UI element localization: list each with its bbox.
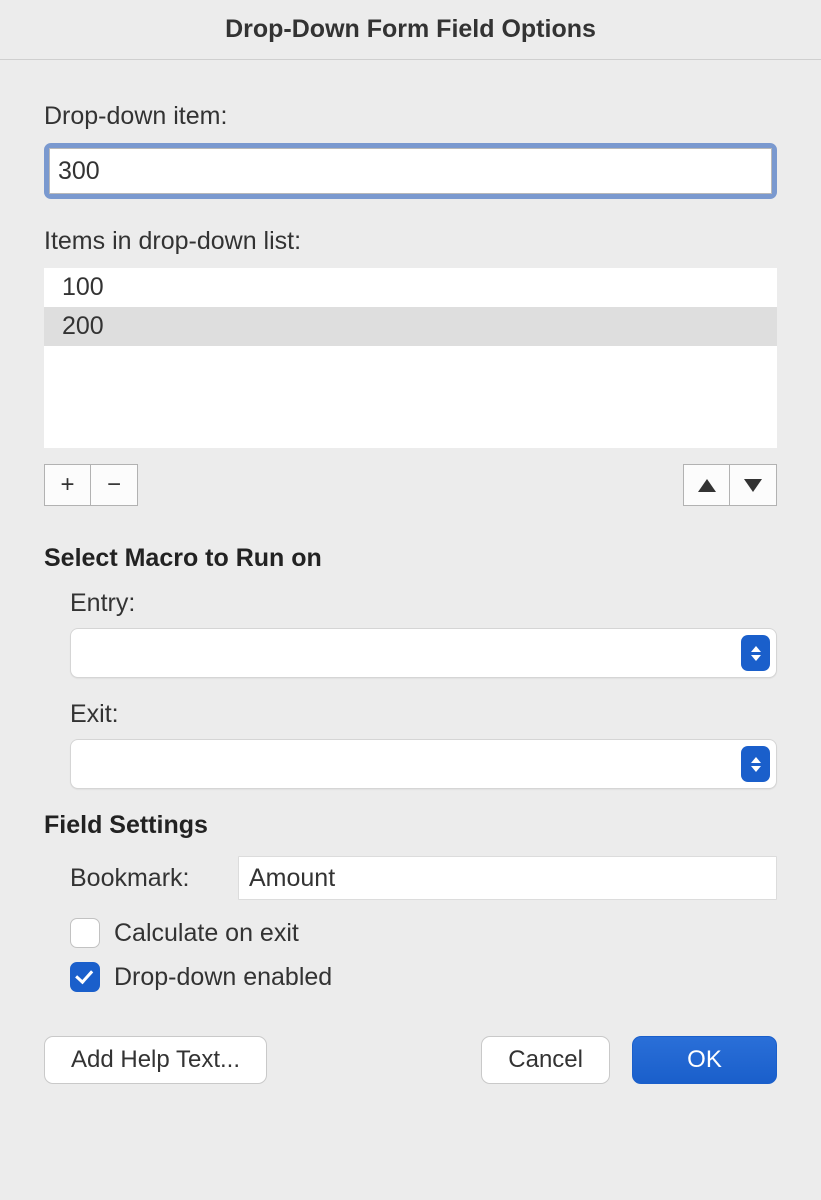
combo-arrows-icon [741,746,770,782]
macro-heading: Select Macro to Run on [44,544,777,573]
calculate-row: Calculate on exit [70,918,777,948]
field-settings-heading: Field Settings [44,811,777,840]
enabled-row: Drop-down enabled [70,962,777,992]
enabled-label: Drop-down enabled [114,963,332,992]
triangle-down-icon [744,479,762,492]
combo-arrows-icon [741,635,770,671]
dialog-title: Drop-Down Form Field Options [225,15,596,44]
dropdown-item-input-wrap [44,143,777,199]
triangle-up-icon [698,479,716,492]
cancel-button[interactable]: Cancel [481,1036,610,1084]
check-icon [75,966,93,985]
dialog-footer: Add Help Text... Cancel OK [0,1006,821,1084]
dialog-content: Drop-down item: Items in drop-down list:… [0,60,821,992]
list-item[interactable]: 200 [44,307,777,346]
add-help-text-button[interactable]: Add Help Text... [44,1036,267,1084]
enabled-checkbox[interactable] [70,962,100,992]
items-list-label: Items in drop-down list: [44,227,777,256]
ok-button[interactable]: OK [632,1036,777,1084]
dialog-titlebar: Drop-Down Form Field Options [0,0,821,60]
macro-block: Entry: Exit: [44,589,777,789]
items-listbox[interactable]: 100 200 [44,268,777,448]
add-item-button[interactable]: + [44,464,91,506]
move-group [683,464,777,506]
button-label: OK [687,1046,722,1074]
macro-exit-label: Exit: [70,700,777,729]
button-label: Cancel [508,1046,583,1074]
list-item[interactable]: 100 [44,268,777,307]
plus-icon: + [60,471,74,499]
minus-icon: − [107,471,121,499]
macro-entry-combo[interactable] [70,628,777,678]
field-settings-block: Bookmark: Calculate on exit Drop-down en… [44,856,777,992]
dropdown-item-label: Drop-down item: [44,102,777,131]
calculate-checkbox[interactable] [70,918,100,948]
macro-exit-combo[interactable] [70,739,777,789]
bookmark-label: Bookmark: [70,864,238,893]
macro-entry-label: Entry: [70,589,777,618]
add-remove-group: + − [44,464,138,506]
calculate-label: Calculate on exit [114,919,299,948]
list-controls: + − [44,464,777,506]
button-label: Add Help Text... [71,1046,240,1074]
footer-right: Cancel OK [481,1036,777,1084]
move-down-button[interactable] [730,464,777,506]
bookmark-input[interactable] [238,856,777,900]
remove-item-button[interactable]: − [91,464,138,506]
move-up-button[interactable] [683,464,730,506]
dropdown-item-input[interactable] [49,148,772,194]
bookmark-row: Bookmark: [70,856,777,900]
